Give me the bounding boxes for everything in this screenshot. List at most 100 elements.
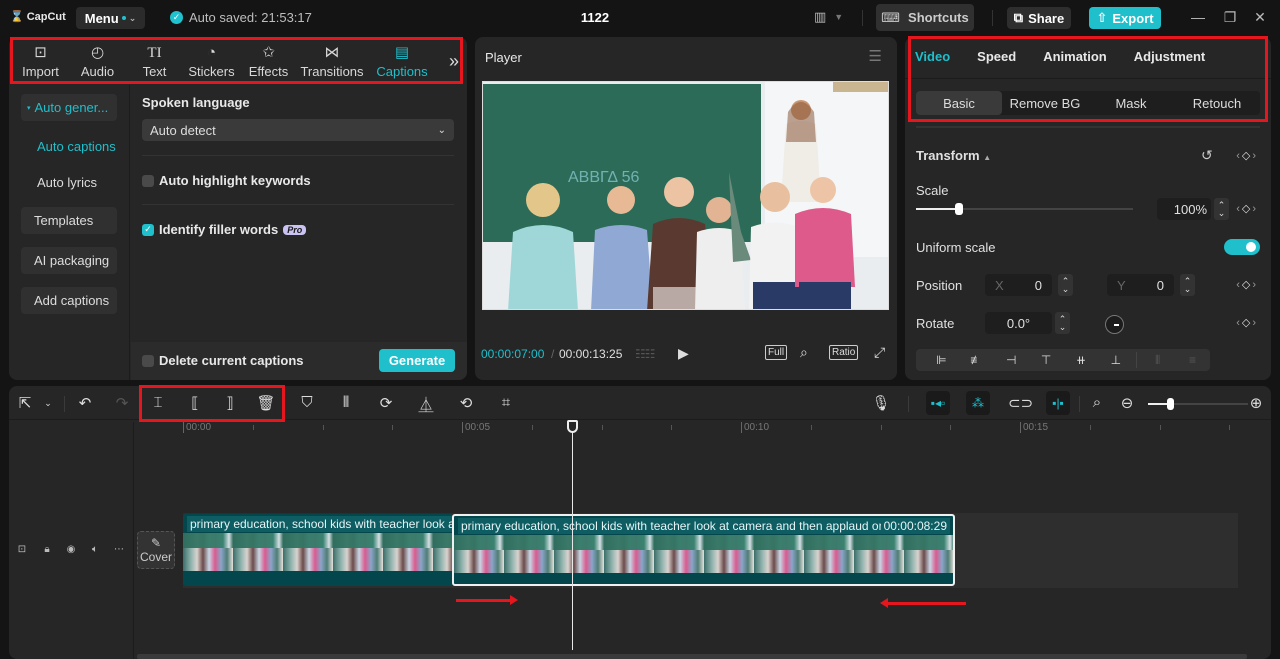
nav-templates[interactable]: Templates bbox=[21, 207, 117, 234]
cover-button[interactable]: ✎ Cover bbox=[137, 531, 175, 569]
transform-section-header[interactable]: Transform ▲ bbox=[916, 148, 991, 163]
rotate-input[interactable]: 0.0° bbox=[985, 312, 1052, 334]
playhead-handle[interactable] bbox=[567, 420, 578, 433]
spoken-language-select[interactable]: Auto detect ⌄ bbox=[142, 119, 454, 141]
tab-text[interactable]: TI Text bbox=[126, 37, 183, 85]
tab-transitions[interactable]: ⋈ Transitions bbox=[297, 37, 367, 85]
tab-stickers[interactable]: ◔ Stickers bbox=[183, 37, 240, 85]
full-quality-button[interactable]: Full bbox=[765, 345, 788, 360]
shortcuts-button[interactable]: ⌨ Shortcuts bbox=[876, 4, 974, 31]
undo-icon[interactable]: ↶ bbox=[75, 394, 95, 412]
rotate-icon[interactable]: ⟲ bbox=[456, 394, 476, 412]
chevron-down-icon[interactable]: ⌄ bbox=[38, 398, 58, 409]
nav-auto-captions[interactable]: Auto captions bbox=[37, 139, 116, 154]
zoom-fit-icon[interactable]: ⌕ bbox=[800, 344, 808, 361]
align-left-icon[interactable]: ⊫ bbox=[924, 353, 959, 367]
tab-video[interactable]: Video bbox=[915, 49, 950, 64]
trim-left-icon[interactable]: ⟦ bbox=[185, 394, 205, 412]
tab-speed[interactable]: Speed bbox=[977, 49, 1016, 64]
position-y-input[interactable]: Y 0 bbox=[1107, 274, 1174, 296]
playhead-line[interactable] bbox=[572, 420, 573, 650]
tab-effects[interactable]: ✩ Effects bbox=[240, 37, 297, 85]
tab-audio[interactable]: ◴ Audio bbox=[69, 37, 126, 85]
filler-words-checkbox[interactable]: ✓ Identify filler words Pro bbox=[142, 222, 307, 237]
video-clip-selected[interactable]: primary education, school kids with teac… bbox=[452, 514, 955, 586]
rotate-stepper[interactable]: ⌃ ⌄ bbox=[1055, 312, 1070, 334]
position-x-input[interactable]: X 0 bbox=[985, 274, 1052, 296]
tab-import[interactable]: ⊡ Import bbox=[12, 37, 69, 85]
tab-captions[interactable]: ▤ Captions bbox=[367, 37, 437, 85]
delete-current-captions-checkbox[interactable]: Delete current captions bbox=[142, 353, 304, 368]
scale-input[interactable]: 100% bbox=[1157, 198, 1211, 220]
link-icon[interactable]: ⊂⊃ bbox=[1008, 394, 1033, 412]
align-center-horizontal-icon[interactable]: ≢ bbox=[959, 353, 994, 367]
scale-stepper[interactable]: ⌃ ⌄ bbox=[1214, 198, 1229, 220]
select-tool-icon[interactable]: ⇱ bbox=[15, 394, 35, 412]
slider-thumb[interactable] bbox=[955, 203, 964, 215]
position-x-stepper[interactable]: ⌃ ⌄ bbox=[1058, 274, 1073, 296]
minimize-button[interactable]: — bbox=[1188, 9, 1208, 25]
rotation-dial[interactable] bbox=[1105, 315, 1124, 334]
subtab-mask[interactable]: Mask bbox=[1088, 91, 1174, 115]
delete-icon[interactable]: 🗑 bbox=[256, 394, 276, 412]
more-tabs-chevron-icon[interactable]: » bbox=[449, 51, 459, 72]
align-top-icon[interactable]: ⊤ bbox=[1029, 353, 1064, 367]
auto-snapping-icon[interactable]: ⁂ bbox=[966, 391, 990, 415]
align-bottom-icon[interactable]: ⊥ bbox=[1098, 353, 1133, 367]
video-preview[interactable]: ABBΓΔ 56 bbox=[482, 81, 889, 310]
marker-icon[interactable]: ⛉ bbox=[297, 394, 317, 411]
timeline-zoom-slider[interactable] bbox=[1148, 398, 1248, 410]
play-icon[interactable]: ▶ bbox=[678, 345, 689, 362]
nav-auto-lyrics[interactable]: Auto lyrics bbox=[37, 175, 97, 190]
timeline-ruler[interactable]: 00:00 00:05 00:10 00:15 bbox=[133, 421, 1271, 439]
align-center-vertical-icon[interactable]: ⧺ bbox=[1064, 353, 1099, 367]
subtab-basic[interactable]: Basic bbox=[916, 91, 1002, 115]
preview-axis-icon[interactable]: ▪|▪ bbox=[1046, 391, 1070, 415]
uniform-scale-toggle[interactable] bbox=[1224, 239, 1260, 255]
tab-animation[interactable]: Animation bbox=[1043, 49, 1107, 64]
nav-add-captions[interactable]: Add captions bbox=[21, 287, 117, 314]
scale-slider[interactable] bbox=[916, 203, 1133, 215]
auto-highlight-checkbox[interactable]: Auto highlight keywords bbox=[142, 173, 311, 188]
trim-right-icon[interactable]: ⟧ bbox=[220, 394, 240, 412]
menu-button[interactable]: Menu ⌄ bbox=[76, 7, 145, 29]
crop-icon[interactable]: ⌗ bbox=[496, 394, 516, 411]
split-icon[interactable]: ⌶ bbox=[148, 394, 168, 411]
subtab-remove-bg[interactable]: Remove BG bbox=[1002, 91, 1088, 115]
freeze-frame-icon[interactable]: ⦀ bbox=[336, 394, 356, 411]
nav-auto-generate[interactable]: ▾ Auto gener... bbox=[21, 94, 117, 121]
ratio-button[interactable]: Ratio bbox=[829, 345, 859, 360]
nav-ai-packaging[interactable]: AI packaging bbox=[21, 247, 117, 274]
lock-icon[interactable]: 🔒︎ bbox=[40, 544, 54, 555]
subtab-retouch[interactable]: Retouch bbox=[1174, 91, 1260, 115]
layout-button[interactable]: ▥ ▼ bbox=[814, 9, 843, 25]
video-clip[interactable]: primary education, school kids with teac… bbox=[183, 514, 453, 586]
main-track-magnet-icon[interactable]: ▪◂▫ bbox=[926, 391, 950, 415]
mirror-icon[interactable]: ⏅ bbox=[416, 394, 436, 415]
tab-adjustment[interactable]: Adjustment bbox=[1134, 49, 1206, 64]
microphone-icon[interactable]: 🎙 bbox=[871, 394, 891, 412]
slider-thumb[interactable] bbox=[1167, 398, 1174, 410]
more-options-icon[interactable]: ⋯ bbox=[112, 544, 126, 555]
keyframe-nav[interactable]: ‹◇› bbox=[1236, 316, 1258, 329]
hamburger-menu-icon[interactable]: ☰ bbox=[869, 47, 882, 65]
fullscreen-icon[interactable]: ⤢ bbox=[874, 344, 885, 361]
eye-icon[interactable]: ◉ bbox=[64, 544, 78, 555]
align-right-icon[interactable]: ⊣ bbox=[994, 353, 1029, 367]
generate-button[interactable]: Generate bbox=[379, 349, 455, 372]
audio-volume-icon[interactable]: 🔈︎ bbox=[88, 544, 102, 555]
restore-button[interactable]: ❐ bbox=[1220, 9, 1240, 26]
keyframe-nav[interactable]: ‹◇› bbox=[1236, 149, 1258, 162]
close-button[interactable]: ✕ bbox=[1250, 9, 1270, 26]
horizontal-scrollbar[interactable] bbox=[137, 654, 1247, 659]
keyframe-nav[interactable]: ‹◇› bbox=[1236, 202, 1258, 215]
reset-icon[interactable]: ↺ bbox=[1201, 147, 1213, 164]
zoom-to-fit-icon[interactable]: ⌕ bbox=[1087, 394, 1107, 411]
export-button[interactable]: ⇧ Export bbox=[1089, 7, 1161, 29]
reverse-icon[interactable]: ⟳ bbox=[376, 394, 396, 412]
zoom-out-icon[interactable]: ⊖ bbox=[1117, 394, 1137, 412]
keyframe-nav[interactable]: ‹◇› bbox=[1236, 278, 1258, 291]
position-y-stepper[interactable]: ⌃ ⌄ bbox=[1180, 274, 1195, 296]
share-button[interactable]: ⧉ Share bbox=[1007, 7, 1071, 29]
zoom-in-icon[interactable]: ⊕ bbox=[1246, 394, 1266, 412]
